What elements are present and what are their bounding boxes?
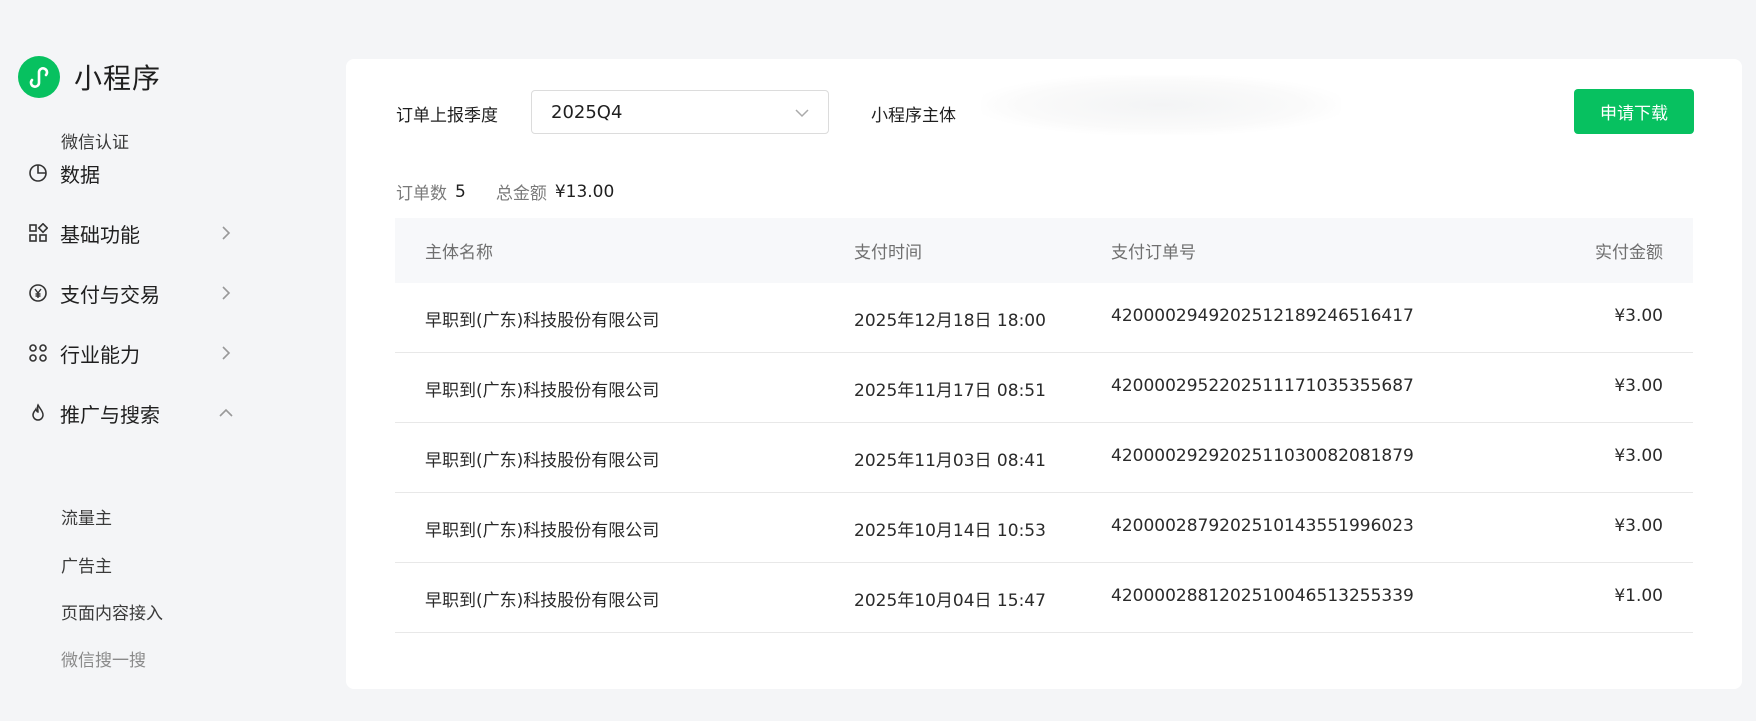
- owner-value-redacted: [981, 75, 1341, 135]
- orders-table: 主体名称 支付时间 支付订单号 实付金额 早职到(广东)科技股份有限公司 2025…: [395, 218, 1693, 633]
- column-header: 支付时间: [854, 243, 922, 263]
- cell-order-number: 4200002929202511030082081879: [1111, 446, 1414, 466]
- yuan-circle-icon: [26, 281, 50, 305]
- app-logo[interactable]: 小程序: [18, 56, 161, 98]
- sidebar-item-data[interactable]: 数据: [26, 156, 236, 190]
- table-header: 主体名称 支付时间 支付订单号 实付金额: [395, 218, 1693, 283]
- owner-label: 小程序主体: [871, 106, 956, 126]
- cell-pay-time: 2025年10月14日 10:53: [854, 521, 1046, 541]
- cell-entity-name: 早职到(广东)科技股份有限公司: [425, 591, 660, 611]
- cell-entity-name: 早职到(广东)科技股份有限公司: [425, 451, 660, 471]
- cell-amount: ¥3.00: [1614, 516, 1663, 536]
- flame-icon: [26, 401, 50, 425]
- column-header: 主体名称: [425, 243, 493, 263]
- request-download-button[interactable]: 申请下载: [1574, 89, 1694, 134]
- order-count-value: 5: [455, 181, 466, 202]
- cell-entity-name: 早职到(广东)科技股份有限公司: [425, 311, 660, 331]
- sidebar: 小程序 微信认证 数据 基础功能 支付与交易 行业能力 推广与搜索 流量主 广告…: [0, 0, 300, 721]
- cell-order-number: 4200002881202510046513255339: [1111, 586, 1414, 606]
- cell-pay-time: 2025年11月03日 08:41: [854, 451, 1046, 471]
- sidebar-item-label: 行业能力: [60, 342, 140, 367]
- quarter-label: 订单上报季度: [396, 106, 498, 126]
- quarter-select[interactable]: 2025Q4: [531, 90, 829, 134]
- mini-program-logo-icon: [18, 56, 60, 98]
- cell-entity-name: 早职到(广东)科技股份有限公司: [425, 381, 660, 401]
- table-row: 早职到(广东)科技股份有限公司 2025年12月18日 18:00 42000029…: [395, 283, 1693, 353]
- orders-card: 订单上报季度 2025Q4 小程序主体 申请下载 订单数 5 总金额 ¥13.0…: [346, 59, 1742, 689]
- cell-amount: ¥3.00: [1614, 376, 1663, 396]
- sidebar-sub-traffic-owner[interactable]: 流量主: [61, 504, 112, 529]
- cell-amount: ¥3.00: [1614, 306, 1663, 326]
- cell-amount: ¥3.00: [1614, 446, 1663, 466]
- quarter-select-value: 2025Q4: [551, 102, 623, 123]
- cell-entity-name: 早职到(广东)科技股份有限公司: [425, 521, 660, 541]
- cell-order-number: 4200002949202512189246516417: [1111, 306, 1414, 326]
- sidebar-item-payment-trade[interactable]: 支付与交易: [26, 276, 236, 310]
- chevron-up-icon: [219, 408, 233, 417]
- cell-pay-time: 2025年11月17日 08:51: [854, 381, 1046, 401]
- sidebar-item-label: 推广与搜索: [60, 402, 160, 427]
- chevron-right-icon: [222, 346, 231, 360]
- sidebar-sub-wechat-verify[interactable]: 微信认证: [61, 128, 129, 153]
- sidebar-item-label: 基础功能: [60, 222, 140, 247]
- industry-nodes-icon: [26, 341, 50, 365]
- chevron-right-icon: [222, 226, 231, 240]
- app-name: 小程序: [74, 62, 162, 95]
- sidebar-item-industry[interactable]: 行业能力: [26, 336, 236, 370]
- cell-amount: ¥1.00: [1614, 586, 1663, 606]
- sidebar-item-promotion-search[interactable]: 推广与搜索: [26, 396, 236, 430]
- sidebar-item-basic-functions[interactable]: 基础功能: [26, 216, 236, 250]
- total-amount-value: ¥13.00: [554, 181, 615, 202]
- order-count-label: 订单数: [396, 184, 447, 204]
- chevron-right-icon: [222, 286, 231, 300]
- total-amount-label: 总金额: [495, 184, 547, 204]
- sidebar-sub-advertiser[interactable]: 广告主: [61, 552, 112, 577]
- sidebar-sub-wechat-search[interactable]: 微信搜一搜: [61, 646, 146, 671]
- cell-pay-time: 2025年12月18日 18:00: [854, 311, 1046, 331]
- grid-apps-icon: [26, 221, 50, 245]
- table-row: 早职到(广东)科技股份有限公司 2025年11月17日 08:51 42000029…: [395, 353, 1693, 423]
- chevron-down-icon: [795, 109, 809, 118]
- column-header: 支付订单号: [1111, 243, 1196, 263]
- cell-pay-time: 2025年10月04日 15:47: [854, 591, 1046, 611]
- cell-order-number: 4200002879202510143551996023: [1111, 516, 1414, 536]
- sidebar-item-label: 支付与交易: [60, 282, 160, 307]
- column-header: 实付金额: [1595, 243, 1663, 263]
- cell-order-number: 4200002952202511171035355687: [1111, 376, 1414, 396]
- sidebar-item-label: 数据: [60, 162, 100, 187]
- sidebar-sub-page-content[interactable]: 页面内容接入: [61, 599, 163, 624]
- table-body: 早职到(广东)科技股份有限公司 2025年12月18日 18:00 42000029…: [395, 283, 1693, 633]
- order-summary: 订单数 5 总金额 ¥13.00: [396, 179, 615, 205]
- table-row: 早职到(广东)科技股份有限公司 2025年10月14日 10:53 42000028…: [395, 493, 1693, 563]
- pie-chart-icon: [26, 161, 50, 185]
- table-row: 早职到(广东)科技股份有限公司 2025年11月03日 08:41 42000029…: [395, 423, 1693, 493]
- table-row: 早职到(广东)科技股份有限公司 2025年10月04日 15:47 42000028…: [395, 563, 1693, 633]
